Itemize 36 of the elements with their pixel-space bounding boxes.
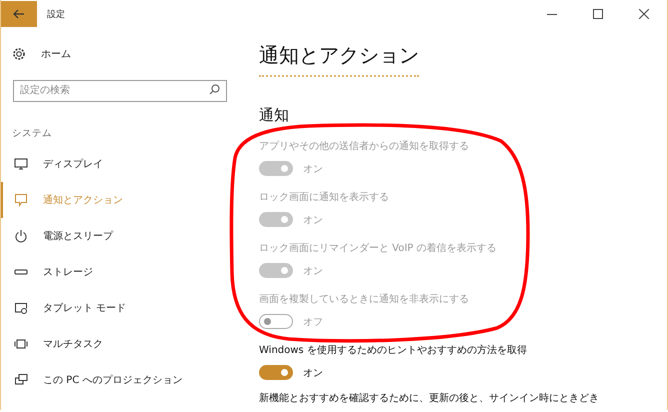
gear-icon (12, 47, 26, 61)
monitor-icon (14, 157, 28, 171)
power-icon (14, 229, 28, 243)
window-icon (14, 337, 28, 351)
toggle-state: オン (303, 214, 323, 226)
setting-label: アプリやその他の送信者からの通知を取得する (259, 140, 470, 153)
toggle-switch[interactable] (259, 365, 293, 380)
setting-label: 画面を複製しているときに通知を非表示にする (259, 292, 470, 306)
nav-item[interactable]: タブレット モード (1, 290, 247, 326)
setting-label: ロック画面にリマインダーと VoIP の着信を表示する (259, 242, 498, 255)
back-button[interactable] (1, 1, 37, 27)
section-heading: システム (12, 127, 53, 140)
maximize-icon (593, 9, 603, 19)
toggle-state: オン (303, 162, 323, 176)
search-field[interactable]: 設定の検索 (13, 80, 227, 102)
setting-label: 新機能とおすすめを確認するために、更新の後と、サインイン時にときどき (259, 392, 600, 405)
nav-item[interactable]: マルチタスク (1, 326, 247, 362)
nav-item[interactable]: ストレージ (1, 254, 247, 290)
setting-label: ロック画面に通知を表示する (259, 190, 390, 204)
page-title: 通知とアクション (259, 42, 420, 69)
search-icon (209, 84, 220, 95)
nav-item[interactable]: この PC へのプロジェクション (1, 362, 247, 398)
toggle-state: オフ (303, 316, 323, 328)
setting-label: Windows を使用するためのヒントやおすすめの方法を取得 (259, 344, 528, 357)
window-title: 設定 (47, 8, 65, 20)
tablet-icon (14, 301, 28, 315)
close-icon (639, 9, 649, 19)
section-heading: 通知 (259, 106, 290, 125)
toggle-state: オン (303, 366, 323, 380)
screens-icon (14, 373, 28, 387)
home-link[interactable]: ホーム (41, 47, 71, 61)
speech-bubble-icon (14, 193, 28, 207)
back-arrow-icon (13, 9, 25, 19)
toggle-state: オン (303, 264, 323, 278)
nav-item[interactable]: ディスプレイ (1, 146, 247, 182)
nav-item[interactable]: 電源とスリープ (1, 218, 247, 254)
